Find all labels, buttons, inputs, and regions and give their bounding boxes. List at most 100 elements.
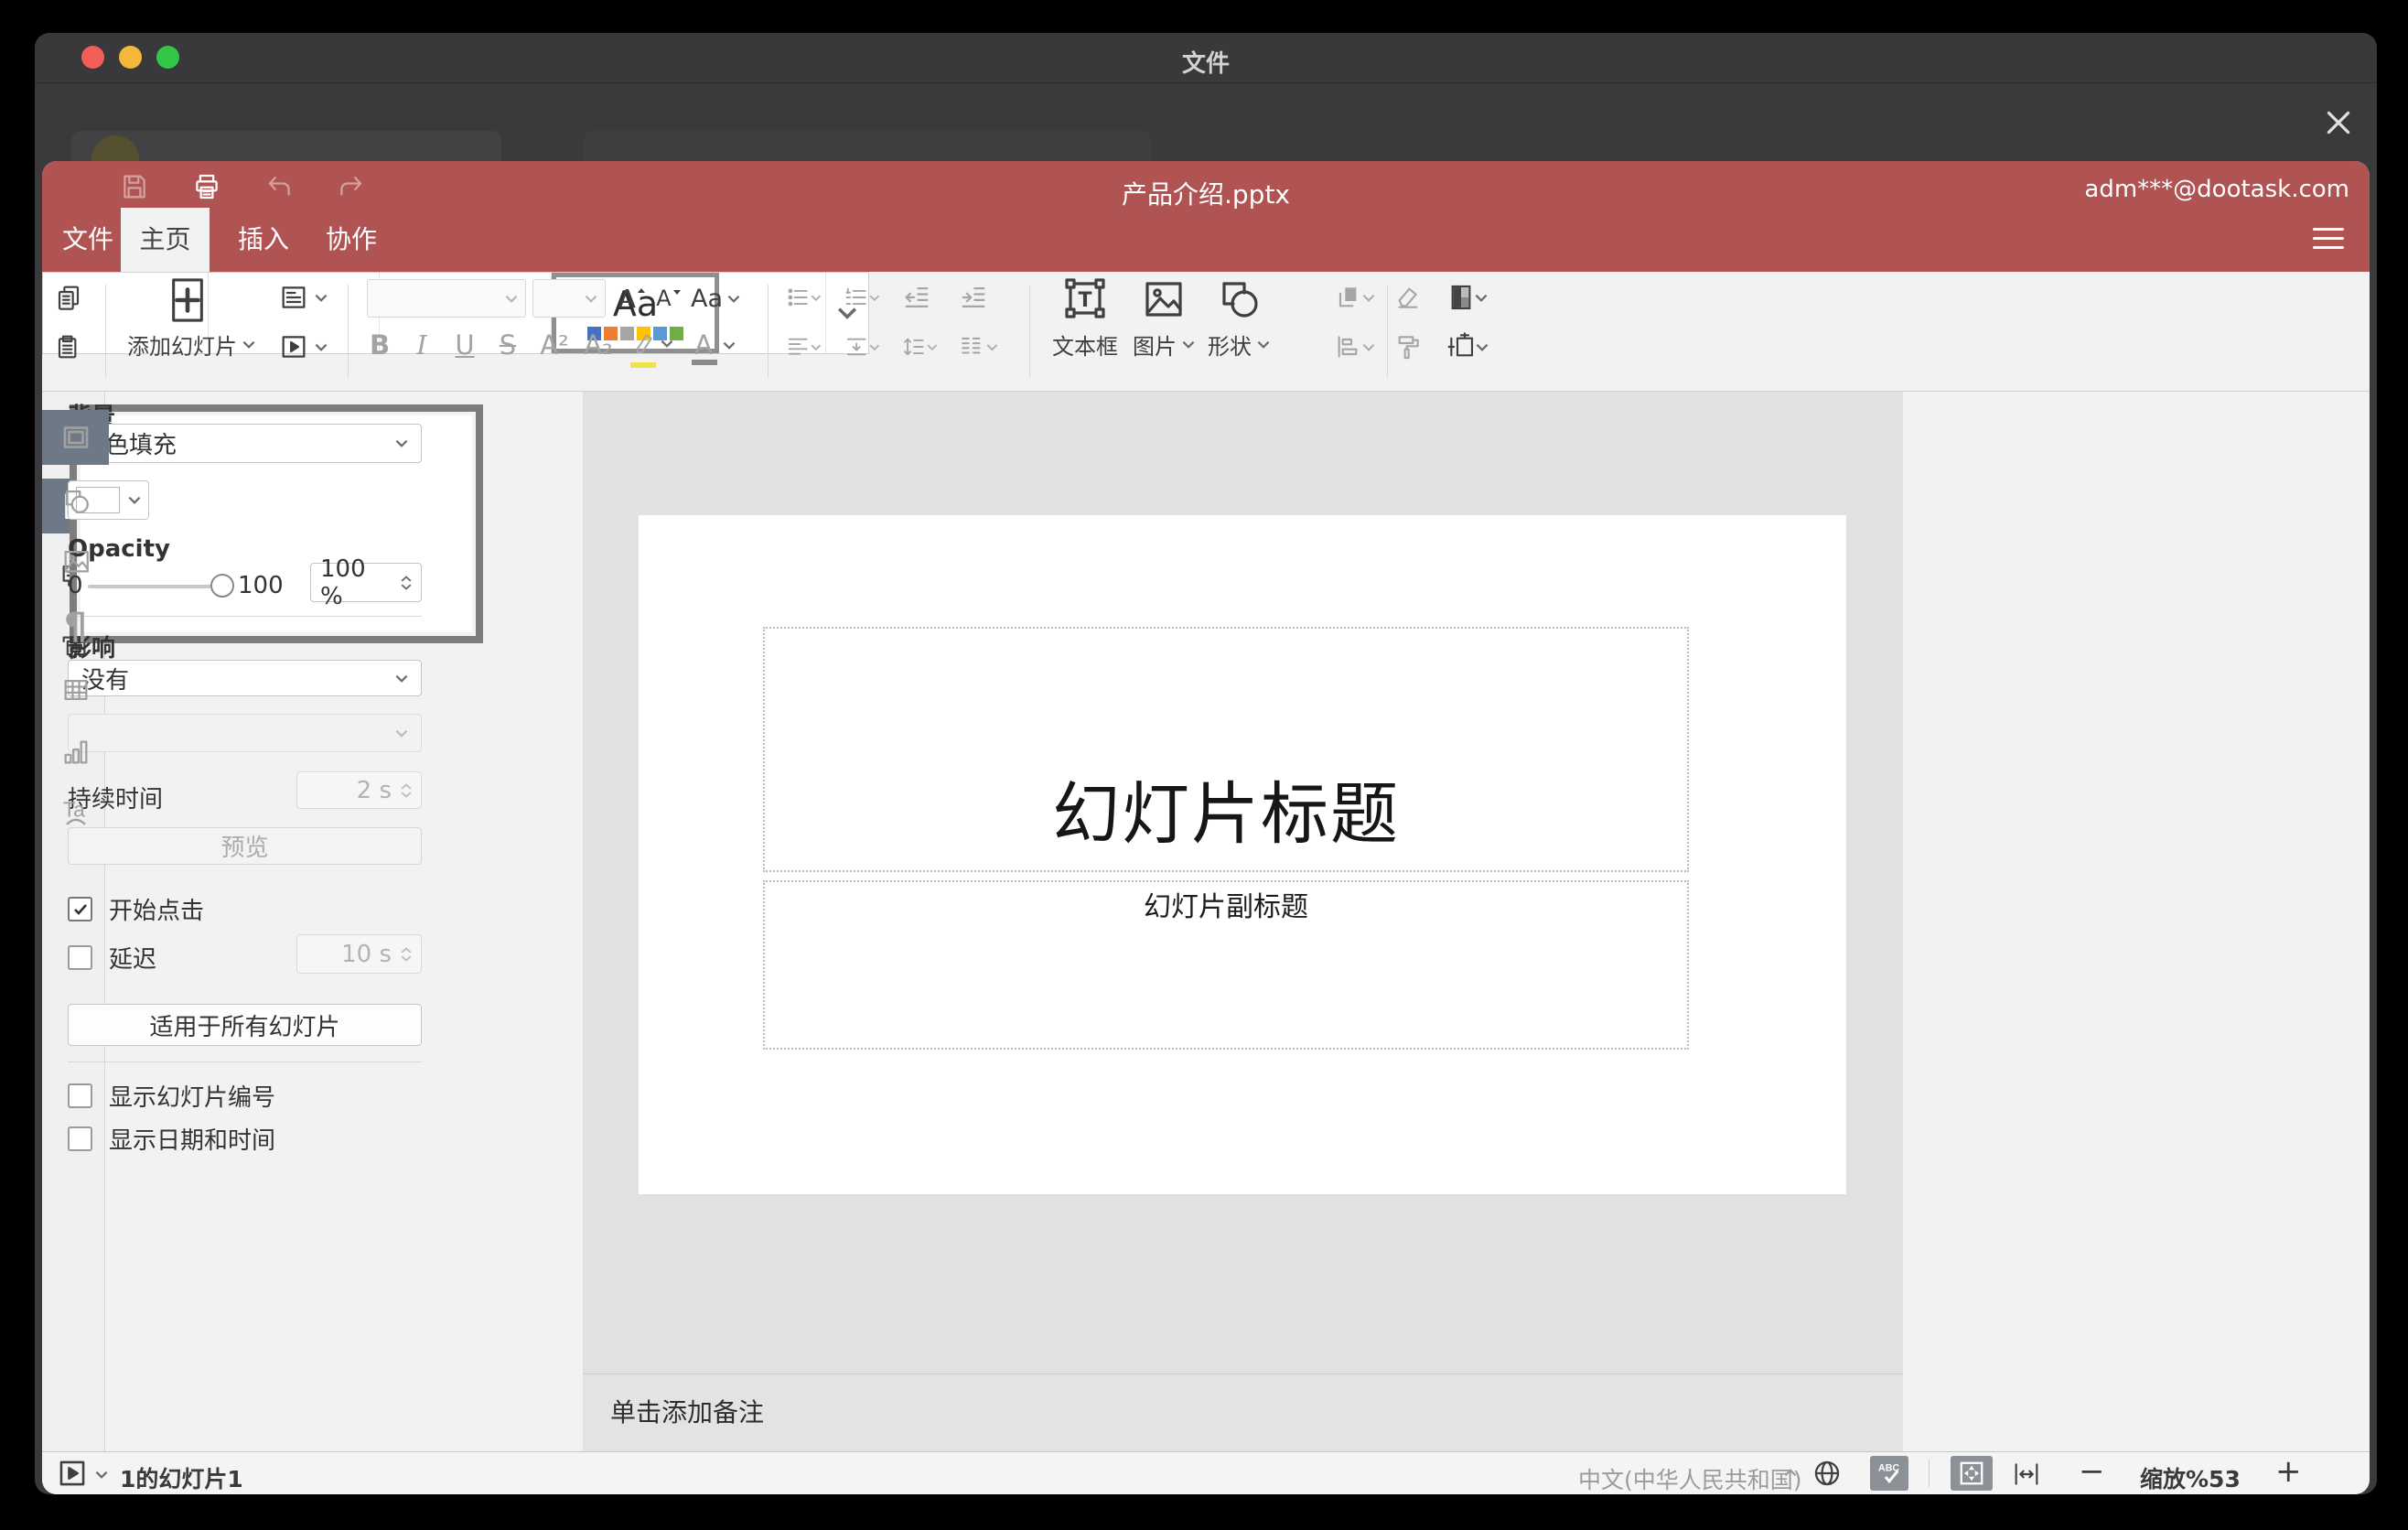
underline-icon[interactable]: U bbox=[449, 327, 480, 363]
slide-size-icon[interactable] bbox=[1442, 329, 1493, 365]
image-button[interactable]: 图片 bbox=[1131, 329, 1197, 361]
opacity-max: 100 bbox=[238, 572, 284, 599]
decrease-font-icon[interactable]: A bbox=[653, 281, 684, 316]
slide-settings-icon[interactable] bbox=[42, 410, 109, 465]
show-slide-number-checkbox[interactable] bbox=[68, 1083, 92, 1108]
bullet-list-icon[interactable] bbox=[785, 279, 822, 316]
duration-spinner[interactable]: 2 s bbox=[296, 771, 422, 809]
svg-text:T: T bbox=[1078, 289, 1091, 312]
paste-icon[interactable] bbox=[53, 329, 84, 365]
change-case-icon[interactable]: Aa bbox=[688, 281, 743, 316]
decrease-indent-icon[interactable] bbox=[901, 279, 932, 316]
effect-select[interactable]: 没有 bbox=[68, 660, 422, 696]
tab-file[interactable]: 文件 bbox=[51, 208, 124, 272]
numbered-list-icon[interactable] bbox=[844, 279, 880, 316]
line-spacing-icon[interactable] bbox=[901, 329, 938, 365]
eraser-icon[interactable] bbox=[1392, 279, 1424, 316]
slide-counter: 1的幻灯片1 bbox=[120, 1466, 243, 1492]
add-slide-label: 添加幻灯片 bbox=[127, 334, 237, 360]
document-title: 产品介绍.pptx bbox=[1122, 179, 1290, 210]
font-color-icon[interactable]: A bbox=[688, 327, 736, 365]
opacity-spinner[interactable]: 100 % bbox=[310, 555, 422, 610]
font-name-select[interactable] bbox=[367, 279, 526, 318]
delay-spinner[interactable]: 10 s bbox=[296, 934, 422, 974]
paragraph-settings-icon[interactable]: ¶ bbox=[42, 599, 109, 654]
arrange-shape-icon[interactable] bbox=[1328, 279, 1380, 316]
spellcheck-icon[interactable]: ABC bbox=[1870, 1456, 1908, 1491]
start-slideshow-status-icon[interactable] bbox=[57, 1458, 88, 1489]
tab-home[interactable]: 主页 bbox=[121, 208, 210, 272]
subscript-icon[interactable]: A₂ bbox=[578, 327, 618, 363]
image-icon[interactable] bbox=[1138, 274, 1189, 327]
start-slideshow-icon[interactable] bbox=[277, 329, 328, 365]
copy-icon[interactable] bbox=[53, 279, 84, 316]
delay-checkbox[interactable] bbox=[68, 945, 92, 970]
user-email: adm***@dootask.com bbox=[2084, 176, 2349, 203]
horizontal-align-icon[interactable] bbox=[785, 329, 822, 365]
fit-to-slide-icon[interactable] bbox=[1951, 1456, 1993, 1491]
svg-text:Ta: Ta bbox=[62, 797, 84, 821]
main-area: 1 幻灯片标题 幻灯片副标题 单击添加备注 bbox=[42, 392, 2370, 1494]
shape-settings-icon[interactable] bbox=[42, 473, 109, 528]
font-size-select[interactable] bbox=[532, 279, 606, 318]
fit-to-width-icon[interactable] bbox=[2012, 1460, 2041, 1489]
strikethrough-icon[interactable]: S bbox=[492, 327, 523, 363]
slide-layout-icon[interactable] bbox=[277, 279, 328, 316]
increase-font-icon[interactable]: A bbox=[615, 281, 650, 316]
language-caret-icon bbox=[1784, 1469, 1797, 1477]
table-settings-icon[interactable] bbox=[42, 663, 109, 717]
delay-row: 延迟 bbox=[68, 941, 156, 975]
effect-variant-select[interactable] bbox=[68, 714, 422, 752]
copy-style-icon[interactable] bbox=[1392, 329, 1424, 365]
fill-type-select[interactable]: 颜色填充 bbox=[68, 424, 422, 463]
notes-area[interactable]: 单击添加备注 bbox=[583, 1374, 1903, 1451]
zoom-out-button[interactable]: − bbox=[2079, 1454, 2105, 1489]
slide[interactable]: 幻灯片标题 幻灯片副标题 bbox=[639, 515, 1846, 1194]
chart-settings-icon[interactable] bbox=[42, 725, 109, 780]
tab-collaboration[interactable]: 协作 bbox=[311, 208, 392, 272]
language-selector[interactable]: 中文(中华人民共和国) bbox=[1578, 1462, 1802, 1494]
textbox-button[interactable]: 文本框 bbox=[1044, 329, 1126, 361]
toolbar: 添加幻灯片 A A Aa B I U S A² A₂ A T 文本框 图片 形状… bbox=[42, 272, 2370, 392]
menu-icon[interactable] bbox=[2313, 221, 2344, 255]
add-slide-icon[interactable] bbox=[167, 274, 209, 327]
vertical-align-icon[interactable] bbox=[844, 329, 880, 365]
title-placeholder[interactable]: 幻灯片标题 bbox=[763, 627, 1689, 872]
slideshow-options-icon[interactable] bbox=[95, 1471, 108, 1479]
italic-icon[interactable]: I bbox=[406, 327, 437, 363]
superscript-icon[interactable]: A² bbox=[534, 327, 575, 363]
image-settings-icon[interactable] bbox=[42, 533, 109, 588]
start-on-click-checkbox[interactable] bbox=[68, 897, 92, 921]
background-app-tab bbox=[584, 131, 1151, 162]
add-slide-button[interactable]: 添加幻灯片 bbox=[127, 329, 255, 361]
macos-titlebar: 文件 bbox=[35, 33, 2377, 83]
tab-insert[interactable]: 插入 bbox=[223, 208, 304, 272]
color-scheme-icon[interactable] bbox=[1442, 279, 1493, 316]
presentation-editor: 产品介绍.pptx adm***@dootask.com 文件 主页 插入 协作 bbox=[42, 161, 2370, 1494]
bold-icon[interactable]: B bbox=[364, 327, 395, 363]
app-window: 文件 产品介绍.pptx adm***@dootask.com 文件 主页 插入… bbox=[35, 33, 2377, 1494]
close-icon[interactable] bbox=[2322, 106, 2355, 139]
preview-button[interactable]: 预览 bbox=[68, 827, 422, 865]
textart-settings-icon[interactable]: Ta bbox=[42, 785, 109, 840]
columns-icon[interactable] bbox=[958, 329, 998, 365]
highlight-color-icon[interactable] bbox=[628, 325, 673, 368]
zoom-level: 缩放%53 bbox=[2140, 1466, 2241, 1492]
notes-placeholder: 单击添加备注 bbox=[610, 1397, 765, 1428]
document-language-icon[interactable] bbox=[1811, 1458, 1843, 1489]
show-datetime-row: 显示日期和时间 bbox=[68, 1122, 275, 1156]
slide-canvas: 幻灯片标题 幻灯片副标题 单击添加备注 bbox=[583, 392, 1903, 1451]
align-shape-icon[interactable] bbox=[1328, 329, 1380, 365]
show-datetime-checkbox[interactable] bbox=[68, 1126, 92, 1151]
shape-button[interactable]: 形状 bbox=[1206, 329, 1272, 361]
slide-subtitle-text: 幻灯片副标题 bbox=[1144, 891, 1308, 923]
start-on-click-row: 开始点击 bbox=[68, 892, 204, 926]
increase-indent-icon[interactable] bbox=[958, 279, 989, 316]
zoom-in-button[interactable]: + bbox=[2275, 1454, 2302, 1489]
show-slide-number-row: 显示幻灯片编号 bbox=[68, 1079, 275, 1113]
subtitle-placeholder[interactable]: 幻灯片副标题 bbox=[763, 880, 1689, 1050]
textbox-icon[interactable]: T bbox=[1059, 274, 1111, 327]
shape-icon[interactable] bbox=[1213, 274, 1264, 327]
opacity-slider-knob[interactable] bbox=[210, 574, 234, 598]
apply-to-all-slides-button[interactable]: 适用于所有幻灯片 bbox=[68, 1004, 422, 1046]
